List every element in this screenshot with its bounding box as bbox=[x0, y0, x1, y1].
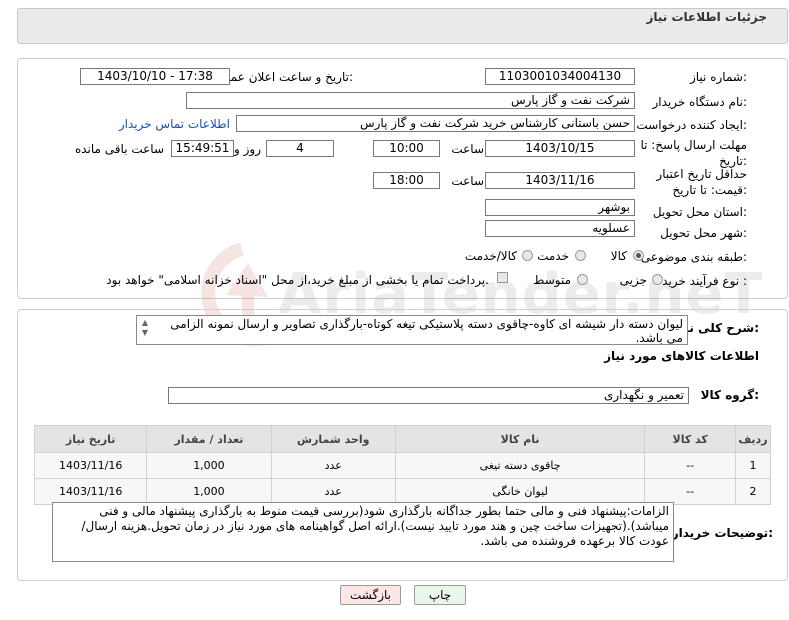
cell-unit: عدد bbox=[270, 478, 396, 505]
table-row: 1 -- چاقوی دسته تیغی عدد 1,000 1403/11/1… bbox=[33, 452, 772, 479]
category-radio-goods-service[interactable] bbox=[522, 250, 533, 261]
col-need-date: تاریخ نیاز bbox=[33, 425, 148, 453]
request-creator-label: ایجاد کننده درخواست: bbox=[636, 118, 747, 132]
cell-unit: عدد bbox=[270, 452, 396, 479]
treasury-payment-checkbox[interactable] bbox=[497, 272, 508, 283]
request-creator-field: حسن باستانی کارشناس خرید شرکت نفت و گاز … bbox=[236, 115, 635, 132]
deadline-time-label: ساعت bbox=[451, 142, 484, 156]
need-description-box[interactable]: لیوان دسته دار شیشه ای کاوه-چاقوی دسته پ… bbox=[136, 315, 688, 345]
price-validity-label: حداقل تاریخ اعتبار قیمت: تا تاریخ: bbox=[656, 167, 747, 197]
table-row: 2 -- لیوان خانگی عدد 1,000 1403/11/16 bbox=[33, 478, 772, 505]
description-scroll-arrows-icon[interactable]: ▲ ▼ bbox=[139, 318, 151, 342]
process-option-minor: جزیی bbox=[619, 273, 647, 287]
remaining-time-field: 15:49:51 bbox=[171, 140, 234, 157]
col-unit: واحد شمارش bbox=[270, 425, 396, 453]
cell-item-code: -- bbox=[644, 478, 736, 505]
validity-time-label: ساعت bbox=[451, 174, 484, 188]
goods-group-label: گروه کالا: bbox=[700, 388, 759, 402]
buyer-contact-link[interactable]: اطلاعات تماس خریدار bbox=[119, 117, 230, 131]
treasury-payment-note: پرداخت تمام یا بخشی از مبلغ خرید،از محل … bbox=[106, 273, 489, 287]
goods-section-title: اطلاعات کالاهای مورد نیاز bbox=[604, 349, 759, 363]
purchase-process-label: نوع فرآیند خرید : bbox=[662, 274, 747, 288]
cell-item-code: -- bbox=[644, 452, 736, 479]
delivery-province-label: استان محل تحویل: bbox=[652, 205, 747, 219]
deadline-date-field: 1403/10/15 bbox=[485, 140, 635, 157]
cell-quantity: 1,000 bbox=[146, 478, 272, 505]
col-item-code: کد کالا bbox=[644, 425, 736, 453]
print-button[interactable]: چاپ bbox=[414, 585, 466, 605]
category-radio-service[interactable] bbox=[575, 250, 586, 261]
process-radio-medium[interactable] bbox=[577, 274, 588, 285]
validity-time-field: 18:00 bbox=[373, 172, 440, 189]
cell-item-name: چاقوی دسته تیغی bbox=[394, 452, 646, 479]
buyer-notes-label: توضیحات خریدار: bbox=[671, 526, 773, 540]
page-title: جزئیات اطلاعات نیاز bbox=[646, 10, 767, 24]
category-option-goods: کالا bbox=[610, 249, 627, 263]
delivery-city-field: عسلویه bbox=[485, 220, 635, 237]
goods-group-field: تعمیر و نگهداری bbox=[168, 387, 689, 404]
days-remaining-field: 4 bbox=[266, 140, 334, 157]
buyer-name-field: شرکت نفت و گاز پارس bbox=[186, 92, 635, 109]
response-deadline-label: مهلت ارسال پاسخ: تا تاریخ: bbox=[640, 138, 747, 168]
process-option-medium: متوسط bbox=[533, 273, 571, 287]
back-button[interactable]: بازگشت bbox=[340, 585, 401, 605]
process-radio-minor[interactable] bbox=[652, 274, 663, 285]
cell-row-number: 2 bbox=[734, 478, 772, 505]
cell-need-date: 1403/11/16 bbox=[33, 452, 148, 479]
category-radio-goods[interactable] bbox=[633, 250, 644, 261]
category-label: طبقه بندی موضوعی: bbox=[640, 250, 747, 264]
need-number-field: 1103001034004130 bbox=[485, 68, 635, 85]
buyer-name-label: نام دستگاه خریدار: bbox=[652, 95, 748, 109]
goods-table-header: ردیف کد کالا نام کالا واحد شمارش تعداد /… bbox=[33, 425, 772, 453]
delivery-province-field: بوشهر bbox=[485, 199, 635, 216]
col-row-number: ردیف bbox=[734, 425, 772, 453]
buyer-notes-text: الزامات:پیشنهاد فنی و مالی حتما بطور جدا… bbox=[81, 504, 669, 548]
category-option-goods-service: کالا/خدمت bbox=[464, 249, 517, 263]
need-number-label: شماره نیاز: bbox=[689, 70, 747, 84]
buyer-notes-box: الزامات:پیشنهاد فنی و مالی حتما بطور جدا… bbox=[52, 502, 674, 562]
remaining-time-label: ساعت باقی مانده bbox=[74, 142, 164, 156]
need-description-text: لیوان دسته دار شیشه ای کاوه-چاقوی دسته پ… bbox=[170, 317, 683, 345]
announce-date-field: 1403/10/10 - 17:38 bbox=[80, 68, 230, 85]
cell-item-name: لیوان خانگی bbox=[394, 478, 646, 505]
validity-date-field: 1403/11/16 bbox=[485, 172, 635, 189]
cell-row-number: 1 bbox=[734, 452, 772, 479]
category-option-service: خدمت bbox=[537, 249, 569, 263]
goods-table: ردیف کد کالا نام کالا واحد شمارش تعداد /… bbox=[33, 425, 772, 505]
deadline-time-field: 10:00 bbox=[373, 140, 440, 157]
delivery-city-label: شهر محل تحویل: bbox=[660, 226, 747, 240]
cell-quantity: 1,000 bbox=[146, 452, 272, 479]
col-item-name: نام کالا bbox=[394, 425, 646, 453]
cell-need-date: 1403/11/16 bbox=[33, 478, 148, 505]
col-quantity: تعداد / مقدار bbox=[146, 425, 272, 453]
days-label: روز و bbox=[234, 142, 261, 156]
